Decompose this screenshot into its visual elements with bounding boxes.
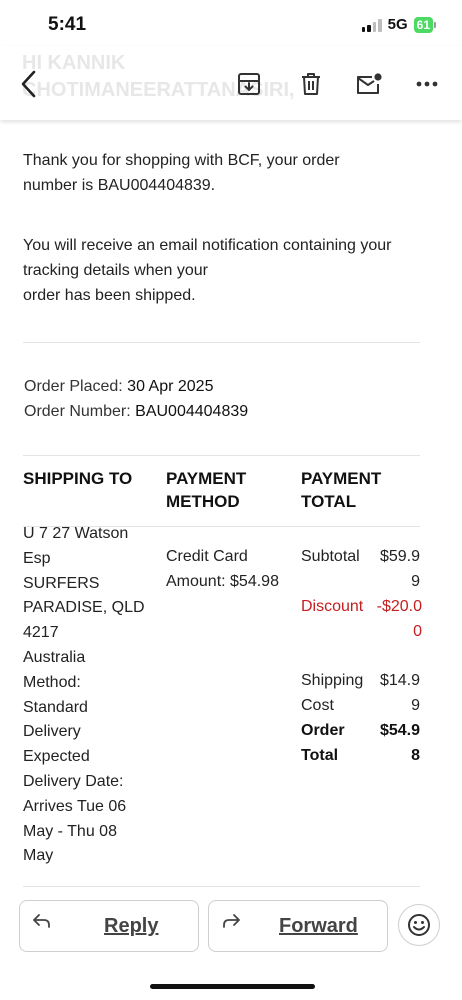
intro-line: Thank you for shopping with BCF, your or… (23, 152, 340, 169)
notify-line: order has been shipped. (23, 287, 196, 304)
order-placed-label: Order Placed: (24, 378, 123, 395)
order-total-label: Order Total (301, 722, 345, 764)
header-line: TOTAL (301, 492, 357, 511)
shipping-line: Expected (23, 748, 90, 766)
shipping-line: May (23, 847, 54, 865)
subtotal-label: Subtotal (301, 548, 360, 565)
battery-level: 61 (413, 16, 433, 33)
shipping-line: Delivery Date: (23, 772, 124, 790)
subtotal-value: $59.99 (379, 548, 420, 590)
payment-method-line: Amount: $54.98 (166, 572, 279, 590)
shipping-line: Delivery (23, 723, 81, 741)
network-type: 5G (387, 16, 408, 33)
more-icon (416, 81, 438, 87)
shipping-line: Standard (23, 698, 88, 716)
mark-unread-icon (357, 73, 382, 94)
order-total-value: $54.98 (379, 722, 420, 764)
mark-unread-button[interactable] (354, 68, 384, 100)
header-line: METHOD (166, 492, 240, 511)
order-placed-value: 30 Apr 2025 (127, 378, 214, 395)
reply-icon (32, 913, 52, 934)
forward-button[interactable]: Forward (208, 900, 388, 952)
shipping-cost-label: Shipping Cost (301, 672, 364, 714)
shipping-line: 4217 (23, 624, 59, 642)
signal-icon (361, 18, 382, 32)
notify-line: You will receive an email notification c… (23, 237, 392, 254)
payment-total-header: PAYMENT TOTAL (301, 467, 381, 513)
back-button[interactable] (14, 68, 44, 100)
divider (23, 455, 420, 456)
battery-icon: 61 (413, 16, 436, 33)
shipping-line: U 7 27 Watson (23, 525, 129, 542)
archive-icon (238, 73, 260, 95)
reply-label: Reply (104, 915, 159, 937)
notify-line: tracking details when your (23, 262, 208, 279)
status-time: 5:41 (48, 14, 87, 35)
forward-label: Forward (279, 915, 358, 937)
payment-method-line: Credit Card (166, 548, 248, 565)
status-indicators: 5G 61 (361, 16, 436, 33)
delete-button[interactable] (296, 68, 326, 100)
shipping-line: Arrives Tue 06 (23, 797, 127, 815)
shipping-to-header: SHIPPING TO (23, 469, 133, 488)
divider (23, 342, 420, 343)
header-line: PAYMENT (166, 469, 247, 488)
forward-icon (221, 913, 241, 934)
discount-value: -$20.00 (376, 598, 422, 640)
order-placed-row: Order Placed: 30 Apr 2025 (24, 374, 424, 399)
order-number-label: Order Number: (24, 403, 131, 420)
trash-icon (302, 73, 320, 95)
intro-line: number is BAU004404839. (23, 177, 216, 194)
shipping-line: Esp (23, 549, 51, 567)
shipping-line: Australia (23, 648, 86, 666)
shipping-address: U 7 27 Watson Esp SURFERS PARADISE, QLD … (23, 522, 158, 869)
home-indicator (150, 984, 315, 989)
payment-method: Credit Card Amount: $54.98 (166, 545, 296, 595)
archive-button[interactable] (234, 68, 264, 100)
notification-paragraph: You will receive an email notification c… (23, 233, 433, 308)
order-number-value: BAU004404839 (135, 403, 249, 420)
intro-paragraph: Thank you for shopping with BCF, your or… (23, 148, 423, 198)
payment-method-header: PAYMENT METHOD (166, 467, 246, 513)
shipping-cost-value: $14.99 (379, 672, 420, 714)
discount-label: Discount (301, 598, 364, 615)
divider (23, 886, 420, 887)
more-button[interactable] (412, 68, 442, 100)
order-info: Order Placed: 30 Apr 2025 Order Number: … (24, 374, 424, 424)
smiley-icon (408, 914, 430, 936)
shipping-line: May - Thu 08 (23, 822, 117, 840)
shipping-line: SURFERS (23, 574, 100, 592)
emoji-reaction-button[interactable] (398, 904, 440, 946)
reply-button[interactable]: Reply (19, 900, 199, 952)
shipping-line: Method: (23, 673, 81, 691)
shipping-line: PARADISE, QLD (23, 599, 145, 617)
header-line: PAYMENT (301, 469, 382, 488)
back-arrow-icon (21, 70, 36, 98)
order-number-row: Order Number: BAU004404839 (24, 399, 424, 424)
